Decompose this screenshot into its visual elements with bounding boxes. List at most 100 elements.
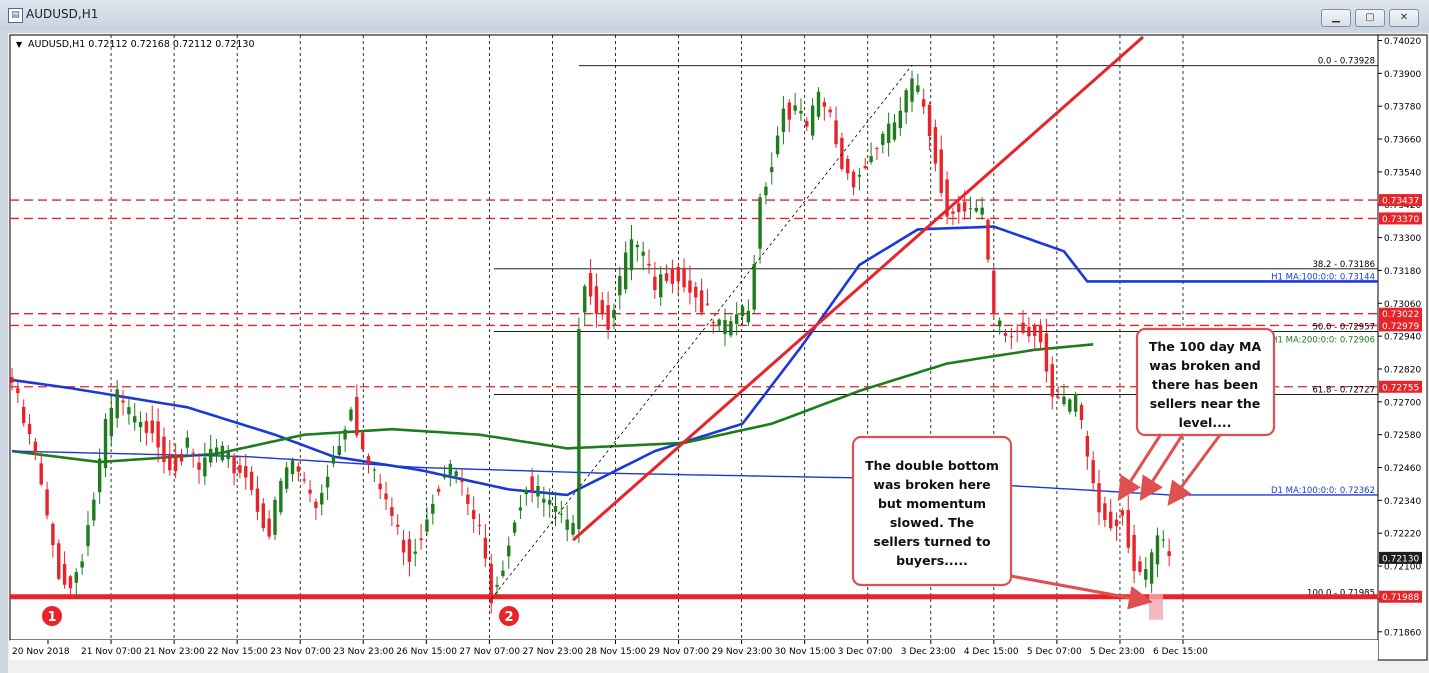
candle-body — [974, 207, 978, 212]
candle-body — [442, 476, 447, 478]
candle-body — [910, 78, 914, 102]
candle-body — [232, 455, 236, 474]
y-tick-label: 0.73540 — [1384, 168, 1421, 178]
candle-body — [419, 538, 423, 541]
price-tag-label: 0.72130 — [1382, 554, 1419, 564]
candle-body — [179, 453, 184, 462]
candle-body — [699, 290, 704, 313]
candle-body — [191, 452, 195, 454]
candle-body — [68, 576, 73, 589]
candle-body — [536, 485, 540, 497]
candle-body — [507, 545, 511, 557]
double-bottom-note-line: slowed. The — [890, 515, 974, 530]
candle-body — [156, 421, 160, 448]
candle-body — [1050, 364, 1054, 397]
candle-body — [360, 432, 365, 450]
candle-body — [290, 460, 295, 475]
candle-body — [308, 489, 312, 494]
candle-body — [144, 421, 149, 433]
candle-body — [694, 286, 698, 298]
x-tick-label: 28 Nov 15:00 — [586, 647, 647, 657]
double-bottom-note-line: sellers turned to — [873, 534, 991, 549]
candle-body — [80, 561, 84, 568]
price-tag-label: 0.73370 — [1382, 215, 1419, 225]
candle-body — [670, 268, 675, 284]
candle-body — [933, 127, 938, 164]
candle-body — [244, 466, 248, 478]
candle-body — [1073, 394, 1078, 412]
candle-body — [542, 498, 546, 503]
candle-body — [86, 525, 90, 547]
candle-body — [62, 563, 67, 585]
candle-body — [1132, 534, 1136, 571]
moving-average-label: D1 MA:100:0:0: 0.72362 — [1271, 486, 1375, 496]
candle-body — [39, 463, 43, 485]
candle-body — [957, 203, 961, 213]
candle-body — [483, 537, 488, 559]
candle-body — [197, 462, 201, 470]
candle-body — [1138, 561, 1142, 572]
candle-body — [612, 309, 616, 318]
candle-body — [846, 158, 850, 174]
double-bottom-note-line: but momentum — [878, 496, 986, 511]
candle-body — [366, 456, 371, 464]
candle-body — [881, 133, 885, 145]
candle-body — [1144, 569, 1148, 580]
candle-body — [734, 314, 739, 324]
candle-body — [618, 275, 622, 296]
candle-body — [16, 388, 20, 394]
candle-body — [875, 148, 879, 150]
candle-body — [1033, 324, 1037, 337]
candle-body — [729, 321, 733, 336]
candle-body — [547, 500, 552, 505]
candle-body — [565, 519, 569, 530]
candle-body — [448, 463, 453, 476]
candle-body — [623, 252, 628, 290]
candle-body — [559, 513, 564, 515]
candle-body — [1109, 511, 1113, 529]
candle-body — [886, 123, 891, 143]
price-tag-label: 0.72979 — [1382, 322, 1419, 332]
moving-average-label: H1 MA:200:0:0: 0.72906 — [1271, 335, 1375, 345]
candle-body — [109, 408, 114, 437]
candle-body — [255, 488, 260, 512]
y-tick-label: 0.73300 — [1384, 234, 1421, 244]
candle-body — [1044, 333, 1049, 372]
candle-body — [746, 310, 751, 323]
candle-body — [436, 488, 441, 492]
x-tick-label: 23 Nov 07:00 — [270, 647, 331, 657]
y-tick-label: 0.73180 — [1384, 267, 1421, 277]
x-tick-label: 5 Dec 07:00 — [1027, 647, 1082, 657]
candle-body — [1126, 510, 1130, 548]
ma-broken-note-line: level.... — [1179, 415, 1232, 430]
candle-body — [740, 306, 745, 317]
x-tick-label: 5 Dec 23:00 — [1090, 647, 1145, 657]
candle-body — [770, 167, 774, 173]
candle-body — [951, 211, 955, 214]
candle-body — [688, 280, 692, 293]
candle-body — [238, 465, 242, 473]
price-chart[interactable]: 0.74020 0.73900 0.73780 0.73660 0.73540 0.734… — [0, 0, 1429, 673]
candle-body — [1009, 336, 1014, 338]
candle-body — [103, 419, 108, 469]
ma-broken-note-line: The 100 day MA — [1149, 339, 1262, 354]
candle-body — [653, 276, 657, 291]
x-tick-label: 29 Nov 07:00 — [649, 647, 710, 657]
candle-body — [1027, 326, 1031, 337]
candle-body — [869, 156, 873, 163]
candle-body — [968, 208, 973, 210]
candle-body — [454, 471, 458, 477]
candle-body — [553, 505, 558, 512]
candle-body — [1120, 510, 1125, 516]
candle-body — [781, 108, 786, 132]
x-tick-label: 27 Nov 23:00 — [522, 647, 583, 657]
candle-body — [518, 507, 523, 511]
candle-body — [92, 499, 96, 521]
candle-body — [705, 303, 710, 305]
candle-body — [980, 207, 984, 215]
fibonacci-level-label: 38.2 - 0.73186 — [1312, 260, 1375, 270]
candle-body — [588, 273, 593, 297]
candle-body — [249, 471, 254, 491]
candle-body — [577, 329, 581, 530]
candle-body — [810, 105, 815, 136]
